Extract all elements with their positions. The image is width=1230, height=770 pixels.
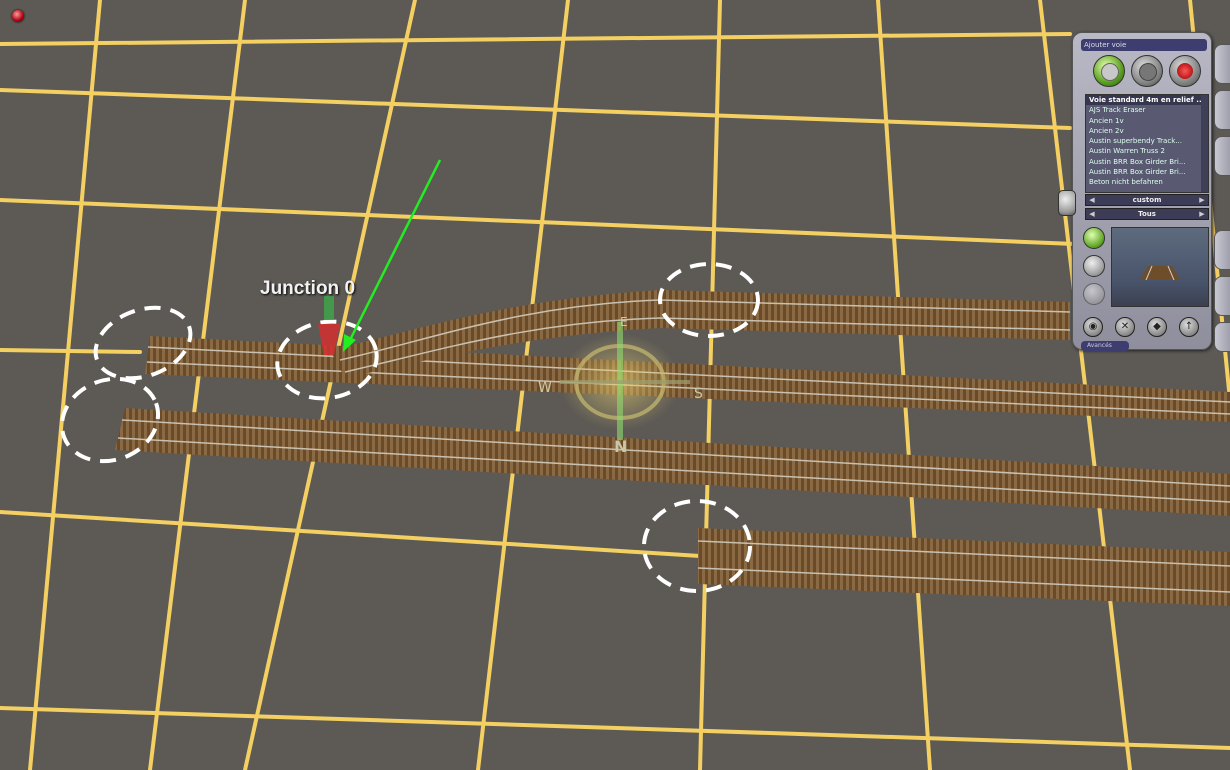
- track-tool-panel: Ajouter voie Voie standard 4m en relief …: [1058, 30, 1230, 352]
- train-tool-tab[interactable]: [1214, 136, 1230, 176]
- list-item[interactable]: Austin BRR Box Girder Bri...: [1086, 157, 1208, 167]
- panel-title: Ajouter voie: [1081, 39, 1207, 51]
- track-tool-tab[interactable]: [1214, 44, 1230, 84]
- record-indicator-icon[interactable]: [12, 10, 24, 22]
- track-spline-mode-button[interactable]: [1131, 55, 1163, 87]
- list-item[interactable]: AJS Track Eraser: [1086, 105, 1208, 115]
- bottom-tool-button[interactable]: ◆: [1147, 317, 1167, 337]
- advanced-tab[interactable]: Avancés: [1081, 341, 1129, 351]
- spline-icon: [1139, 63, 1157, 81]
- list-scrollbar[interactable]: [1201, 95, 1208, 192]
- settings-tab[interactable]: [1214, 276, 1230, 316]
- bottom-tool-button[interactable]: ◉: [1083, 317, 1103, 337]
- track-object-mode-button[interactable]: [1169, 55, 1201, 87]
- list-item[interactable]: Austin superbendy Track...: [1086, 136, 1208, 146]
- move-tool-button[interactable]: [1083, 255, 1105, 277]
- track-preview: [1111, 227, 1209, 307]
- compass-s: S: [694, 386, 703, 402]
- compass-n: N: [614, 437, 627, 456]
- filter-value: custom: [1132, 196, 1162, 204]
- rotate-tool-button[interactable]: [1083, 283, 1105, 305]
- paint-tool-tab[interactable]: [1214, 90, 1230, 130]
- list-item[interactable]: Austin Warren Truss 2: [1086, 146, 1208, 156]
- arrow-left-icon[interactable]: ◀: [1087, 209, 1097, 220]
- arrow-right-icon[interactable]: ▶: [1197, 195, 1207, 206]
- list-item[interactable]: Austin BRR Box Girder Bri...: [1086, 167, 1208, 177]
- panel-body: Ajouter voie Voie standard 4m en relief …: [1072, 32, 1212, 351]
- arrow-left-icon[interactable]: ◀: [1087, 195, 1097, 206]
- tools-tab[interactable]: [1214, 230, 1230, 270]
- list-item-selected[interactable]: Voie standard 4m en relief ...: [1086, 95, 1208, 106]
- compass-w: W: [538, 380, 552, 396]
- marker-icon: [1177, 63, 1193, 79]
- list-item[interactable]: Beton nicht befahren: [1086, 177, 1208, 187]
- arrow-right-icon[interactable]: ▶: [1197, 209, 1207, 220]
- track-add-icon: [1101, 63, 1119, 81]
- track-type-list[interactable]: Voie standard 4m en relief ... AJS Track…: [1085, 94, 1209, 193]
- place-tool-button[interactable]: [1083, 227, 1105, 249]
- extra-tab[interactable]: [1214, 322, 1230, 352]
- track-type-tab-icon[interactable]: [1058, 190, 1076, 216]
- junction-label: Junction 0: [260, 278, 356, 299]
- preview-track-icon: [1140, 265, 1180, 281]
- add-track-mode-button[interactable]: [1093, 55, 1125, 87]
- compass-e: E: [620, 315, 628, 329]
- filter-selector-tous[interactable]: ◀ Tous ▶: [1085, 208, 1209, 220]
- filter-value: Tous: [1138, 210, 1156, 218]
- list-item[interactable]: Ancien 2v: [1086, 126, 1208, 136]
- list-item[interactable]: Ancien 1v: [1086, 116, 1208, 126]
- track-editor-viewport[interactable]: N E S W: [0, 0, 1230, 770]
- bottom-tool-button[interactable]: ↑: [1179, 317, 1199, 337]
- delete-button[interactable]: ✕: [1115, 317, 1135, 337]
- filter-selector-custom[interactable]: ◀ custom ▶: [1085, 194, 1209, 206]
